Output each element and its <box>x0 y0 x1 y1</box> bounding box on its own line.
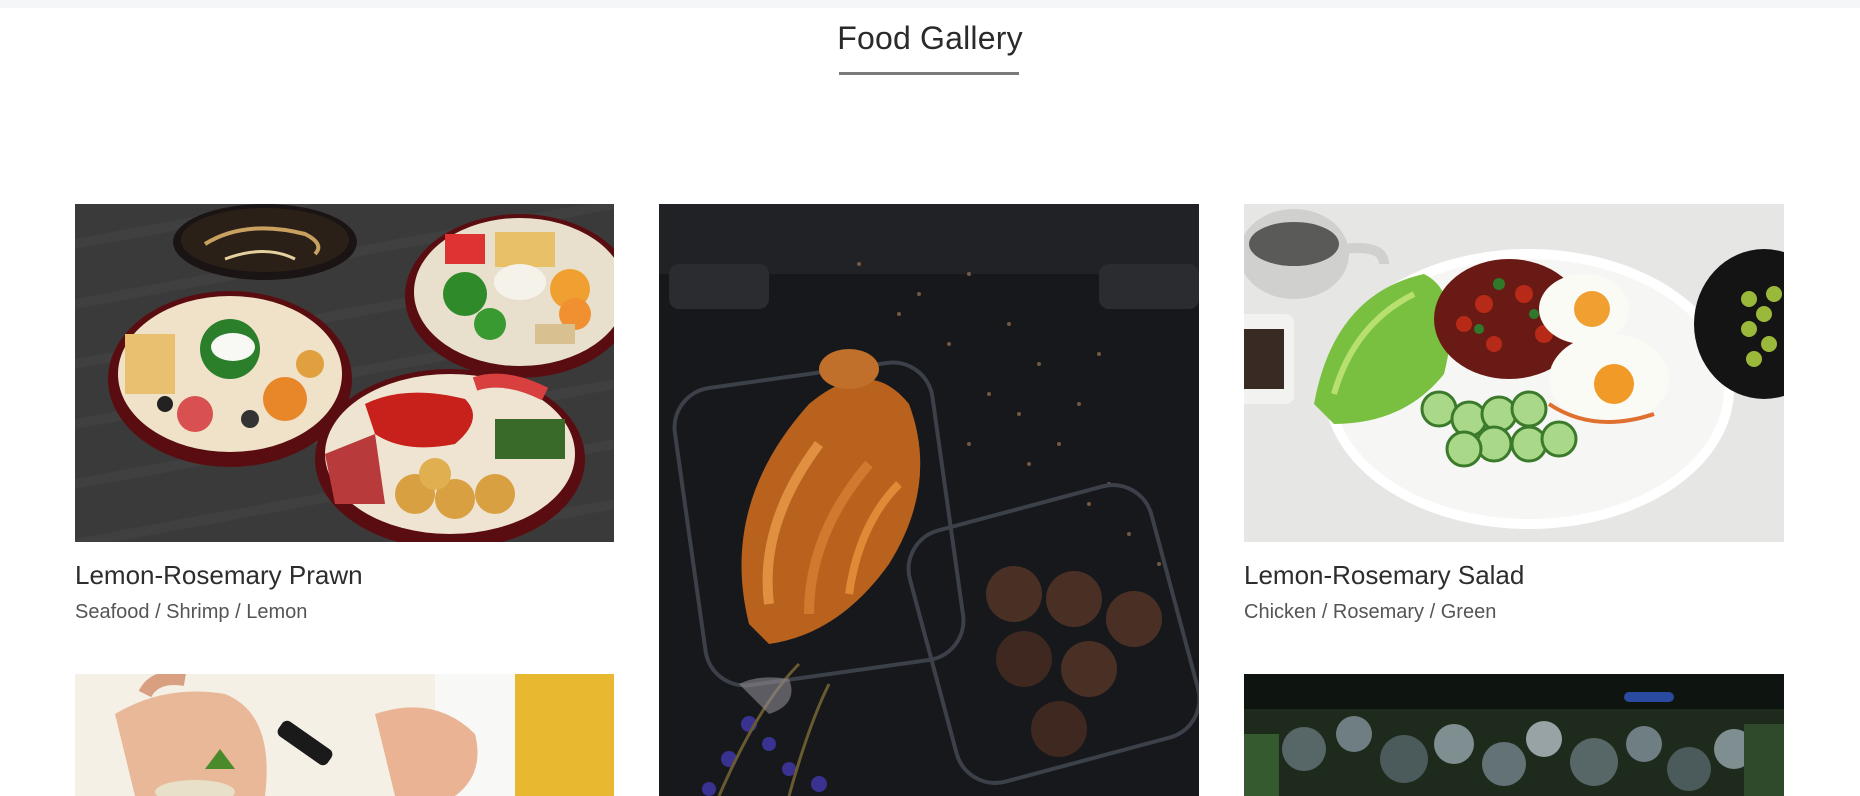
gallery-image-bokeh[interactable] <box>1244 674 1784 796</box>
top-strip <box>0 0 1860 8</box>
card-title[interactable]: Lemon-Rosemary Prawn <box>75 560 363 591</box>
croissant-photo <box>659 204 1199 796</box>
card-title[interactable]: Lemon-Rosemary Salad <box>1244 560 1524 591</box>
gallery-image-salad[interactable] <box>1244 204 1784 542</box>
hands-cutting-photo <box>75 674 614 796</box>
salad-plate-photo <box>1244 204 1784 542</box>
bokeh-photo <box>1244 674 1784 796</box>
gallery-header: Food Gallery <box>0 20 1860 57</box>
card-tags: Chicken / Rosemary / Green <box>1244 601 1497 623</box>
title-underline <box>839 72 1019 75</box>
card-tags: Seafood / Shrimp / Lemon <box>75 601 308 623</box>
gallery-image-hands-cutting[interactable] <box>75 674 614 796</box>
gallery-image-croissant[interactable] <box>659 204 1199 796</box>
gallery-image-bento[interactable] <box>75 204 614 542</box>
bento-platter-photo <box>75 204 614 542</box>
gallery-title: Food Gallery <box>837 20 1023 56</box>
